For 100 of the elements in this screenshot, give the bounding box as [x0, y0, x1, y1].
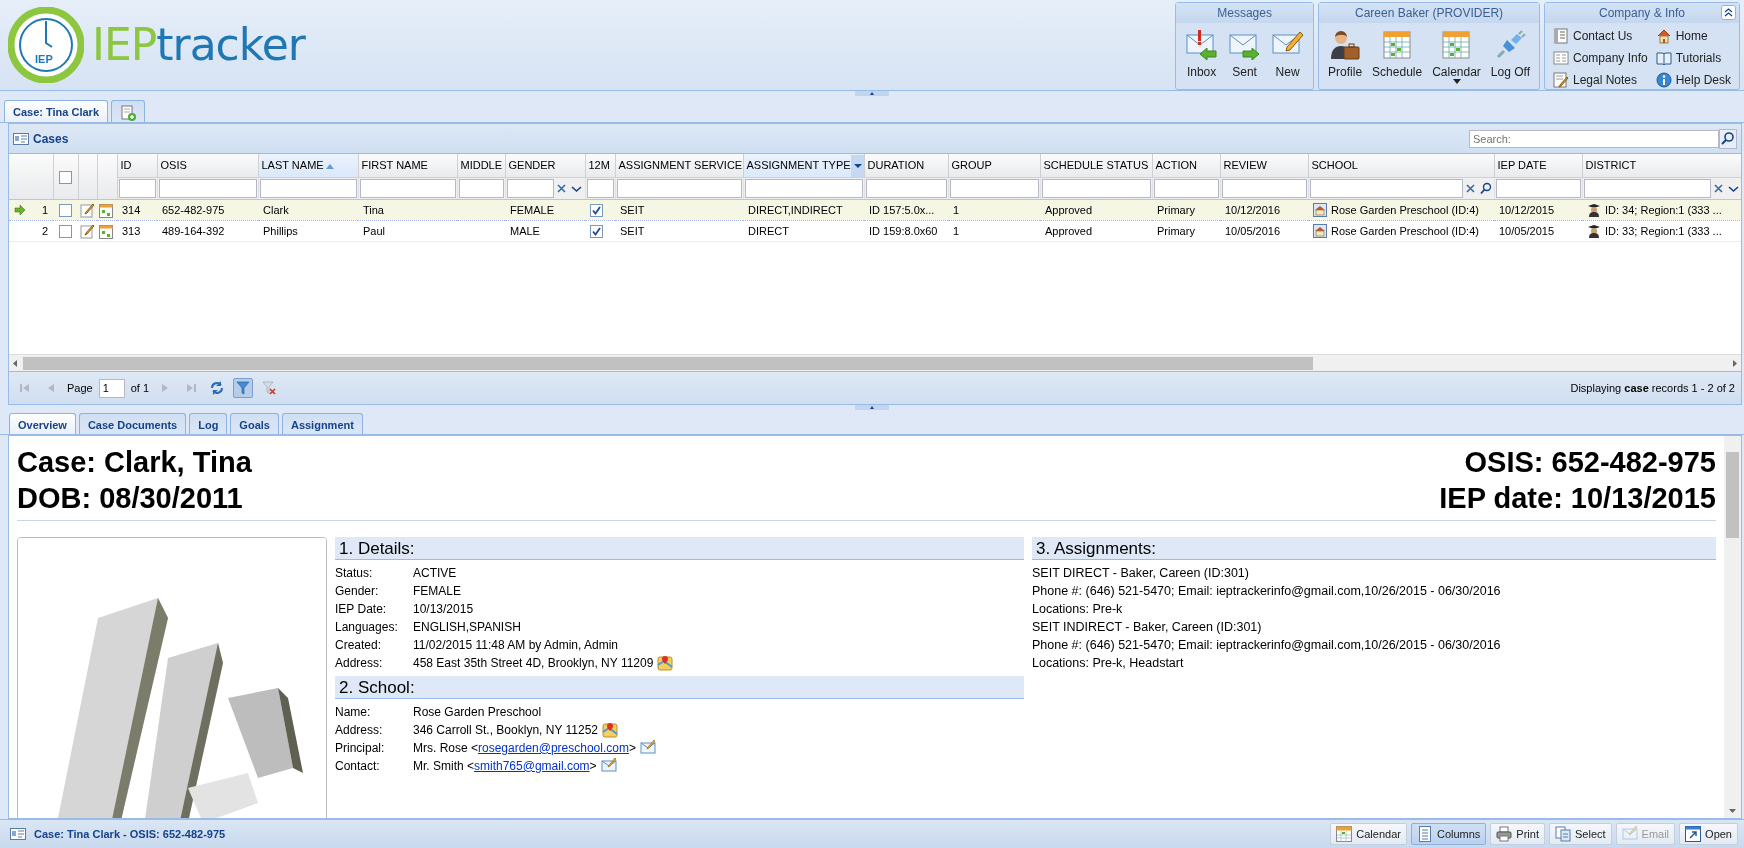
column-header[interactable]: SCHEDULE STATUS — [1040, 154, 1152, 178]
search-icon[interactable] — [1719, 128, 1737, 149]
checkbox[interactable] — [59, 225, 72, 239]
info-link[interactable]: Legal Notes — [1553, 71, 1652, 89]
column-header[interactable]: MIDDLE — [457, 154, 505, 178]
collapse-handle[interactable] — [855, 405, 889, 411]
info-link[interactable]: Home — [1655, 27, 1731, 45]
column-header[interactable]: GENDER — [505, 154, 585, 178]
toolbar-button[interactable]: Profile — [1323, 27, 1368, 86]
field-label: Status: — [335, 564, 374, 582]
column-header[interactable]: LAST NAME — [258, 154, 358, 178]
assignment-title: SEIT DIRECT - Baker, Careen (ID:301) — [1032, 564, 1250, 582]
toolbar-button[interactable]: Inbox — [1180, 27, 1224, 81]
column-header[interactable]: ASSIGNMENT SERVICE — [615, 154, 743, 178]
edit-icon[interactable] — [80, 224, 95, 240]
info-link[interactable]: Company Info — [1553, 49, 1652, 67]
refresh-icon[interactable] — [209, 380, 226, 397]
filter-field[interactable] — [1041, 178, 1151, 198]
checkbox[interactable] — [590, 225, 603, 239]
table-cell: Primary — [1157, 224, 1195, 237]
tab[interactable]: Assignment — [281, 412, 363, 434]
scroll-thumb[interactable] — [23, 356, 1313, 370]
email-link[interactable]: rosegarden@preschool.com — [478, 740, 629, 755]
tab[interactable]: Overview — [9, 412, 76, 434]
filter-field[interactable] — [118, 178, 156, 198]
clear-filter-icon[interactable] — [261, 380, 278, 397]
tab[interactable]: Goals — [230, 412, 279, 434]
toolbar-button[interactable]: Columns — [1410, 822, 1487, 846]
scroll-thumb[interactable] — [1726, 451, 1739, 538]
toolbar-button[interactable]: Open — [1679, 822, 1738, 846]
calendar-icon[interactable] — [99, 203, 113, 218]
column-header[interactable]: DURATION — [864, 154, 948, 178]
toolbar-button[interactable]: Sent — [1223, 27, 1267, 81]
column-header[interactable]: FIRST NAME — [358, 154, 457, 178]
filter-field[interactable] — [1221, 178, 1307, 198]
checkbox[interactable] — [590, 204, 603, 218]
calendar-icon[interactable] — [99, 224, 113, 239]
filter-field[interactable] — [1309, 178, 1463, 198]
column-header[interactable]: REVIEW — [1220, 154, 1308, 178]
column-header[interactable]: ID — [117, 154, 157, 178]
filter-field[interactable] — [949, 178, 1039, 198]
send-email-icon[interactable] — [639, 739, 656, 756]
info-link[interactable]: Help Desk — [1655, 71, 1731, 89]
select-all-checkbox[interactable] — [59, 170, 72, 184]
email-link[interactable]: smith765@gmail.com — [474, 758, 590, 773]
table-row[interactable]: 1 314 652-482-975 Clark Tina FEMALE SEIT DIRECT,INDIRECT ID 157:5.0x... 1 Approved Primary 10/12/2016 Rose Garden Preschool (ID:4) 10/12/2015 ID: 34; Region:1 (333 ... — [9, 199, 1741, 221]
column-header[interactable]: DISTRICT — [1582, 154, 1741, 178]
date-of-birth: DOB: 08/30/2011 — [17, 480, 244, 516]
send-email-icon[interactable] — [600, 757, 617, 774]
filter-field[interactable] — [616, 178, 742, 198]
tab[interactable]: Case Documents — [78, 412, 187, 434]
filter-field[interactable] — [506, 178, 554, 198]
document-icon — [1553, 50, 1569, 66]
edit-icon[interactable] — [80, 203, 95, 219]
tab[interactable]: Case: Tina Clark — [4, 100, 108, 123]
info-link[interactable]: Tutorials — [1655, 49, 1731, 67]
section-title: 2. School: — [335, 675, 1024, 699]
column-header[interactable]: 12M — [585, 154, 615, 178]
column-header[interactable]: GROUP — [948, 154, 1040, 178]
info-link[interactable]: Contact Us — [1553, 27, 1652, 45]
iep-date: IEP date: 10/13/2015 — [1439, 480, 1716, 516]
column-header[interactable]: OSIS — [157, 154, 258, 178]
toolbar-button[interactable]: Calendar — [1330, 822, 1407, 846]
toolbar-button[interactable]: Schedule — [1367, 27, 1428, 86]
column-header[interactable]: SCHOOL — [1308, 154, 1494, 178]
filter-field[interactable] — [259, 178, 357, 198]
filter-field[interactable] — [1153, 178, 1219, 198]
toolbar-button[interactable]: Calendar — [1427, 27, 1486, 86]
filter-field[interactable] — [1583, 178, 1711, 198]
filter-icon[interactable] — [235, 380, 252, 397]
filter-field[interactable] — [865, 178, 947, 198]
toolbar-button[interactable]: Select — [1549, 822, 1612, 846]
add-tab-button[interactable] — [111, 100, 145, 123]
map-icon[interactable] — [602, 721, 618, 738]
collapse-icon[interactable] — [1721, 5, 1736, 20]
filter-field[interactable] — [1495, 178, 1581, 198]
column-header[interactable]: ACTION — [1152, 154, 1220, 178]
logo-icon — [8, 7, 84, 83]
toolbar-button[interactable]: New — [1266, 27, 1310, 81]
caret-icon[interactable] — [850, 154, 863, 177]
filter-field[interactable] — [359, 178, 456, 198]
filter-field[interactable] — [458, 178, 504, 198]
filter-field[interactable] — [586, 178, 614, 198]
toolbar-button[interactable]: Log Off — [1485, 27, 1535, 86]
filter-field[interactable] — [744, 178, 863, 198]
search-field[interactable]: Search: — [1469, 129, 1719, 148]
column-header[interactable]: IEP DATE — [1494, 154, 1582, 178]
vertical-scrollbar[interactable] — [1724, 435, 1741, 818]
document-pen-icon — [1553, 72, 1569, 88]
checkbox[interactable] — [59, 204, 72, 218]
collapse-handle[interactable] — [855, 91, 889, 96]
tab[interactable]: Log — [189, 412, 228, 434]
filter-field[interactable] — [158, 178, 257, 198]
toolbar-button[interactable]: Print — [1490, 822, 1545, 846]
table-row[interactable]: 2 313 489-164-392 Phillips Paul MALE SEIT DIRECT ID 159:8.0x60 1 Approved Primary 10/05/2016 Rose Garden Preschool (ID:4) 10/05/2015 ID: 33; Region:1 (333 ... — [9, 220, 1741, 242]
page-field[interactable]: 1 — [98, 378, 125, 398]
horizontal-scrollbar[interactable] — [9, 354, 1741, 372]
column-header[interactable]: ASSIGNMENT TYPE — [743, 154, 864, 178]
map-icon[interactable] — [657, 654, 674, 671]
school-icon — [1313, 202, 1327, 217]
